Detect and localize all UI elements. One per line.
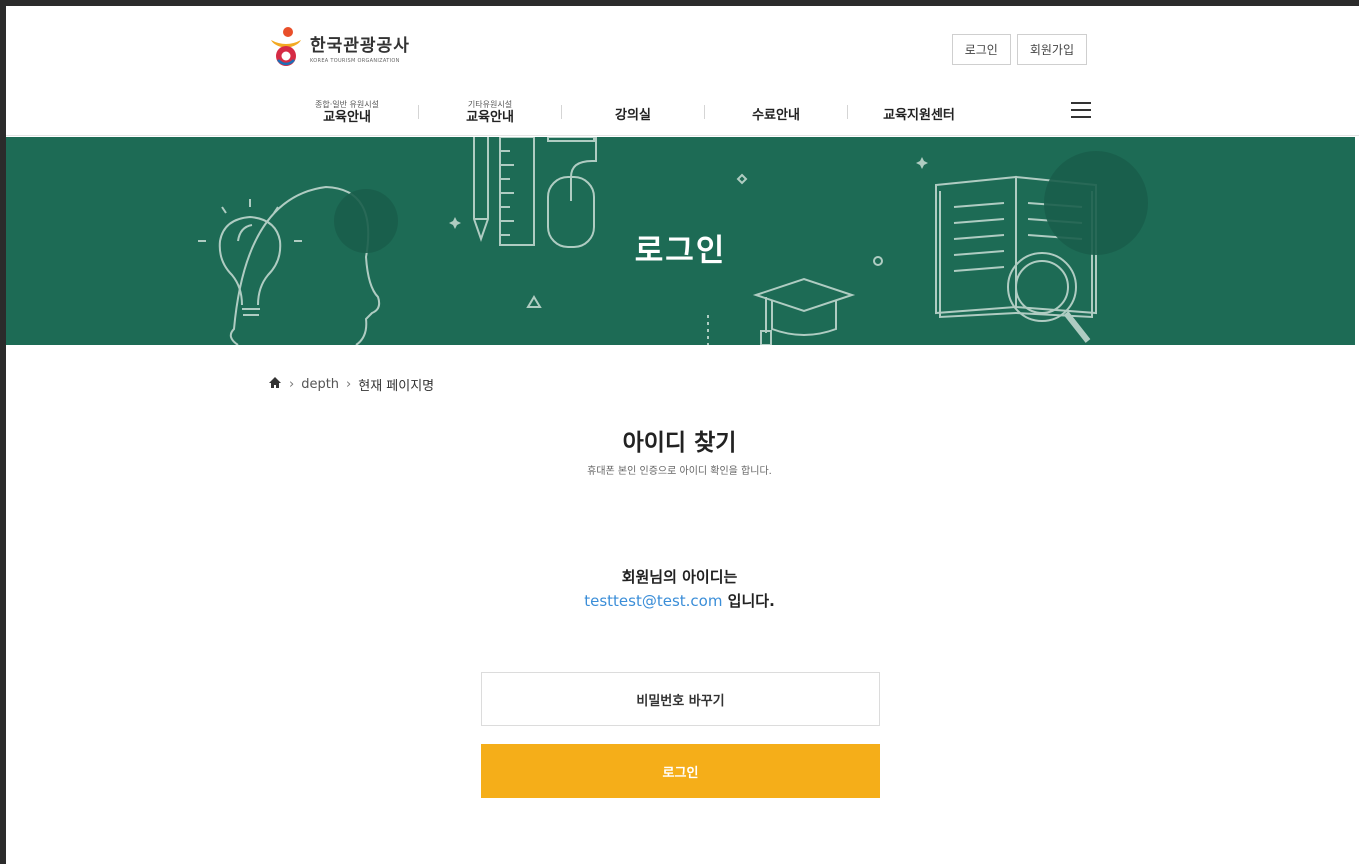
chevron-right-icon: › <box>346 377 352 392</box>
site-logo[interactable]: 한국관광공사 KOREA TOURISM ORGANIZATION <box>268 26 410 68</box>
site-header: 한국관광공사 KOREA TOURISM ORGANIZATION 로그인 회원… <box>6 6 1359 136</box>
nav-item-other-education[interactable]: 기타유원시설 교육안내 <box>419 100 561 125</box>
change-password-button[interactable]: 비밀번호 바꾸기 <box>481 672 880 726</box>
chevron-right-icon: › <box>289 377 295 392</box>
logo-korean-text: 한국관광공사 <box>310 35 410 56</box>
nav-item-label: 교육안내 <box>323 109 371 125</box>
logo-mark-icon <box>268 26 304 68</box>
breadcrumb-depth[interactable]: depth <box>301 377 339 392</box>
top-utility-buttons: 로그인 회원가입 <box>951 34 1087 65</box>
login-button[interactable]: 로그인 <box>481 744 880 798</box>
result-message: 회원님의 아이디는 <box>621 568 738 586</box>
found-user-id: testtest@test.com <box>584 592 723 610</box>
signup-link-button[interactable]: 회원가입 <box>1016 34 1087 65</box>
nav-item-classroom[interactable]: 강의실 <box>562 102 704 123</box>
home-icon[interactable] <box>268 376 282 393</box>
nav-item-sublabel: 기타유원시설 <box>467 99 513 109</box>
nav-item-label: 수료안내 <box>752 107 800 123</box>
result-suffix: 입니다. <box>722 592 775 610</box>
login-link-button[interactable]: 로그인 <box>951 34 1011 65</box>
breadcrumb: › depth › 현재 페이지명 <box>268 375 434 394</box>
page-banner: 로그인 <box>6 137 1355 345</box>
result-id-line: testtest@test.com 입니다. <box>0 589 1359 613</box>
nav-item-general-education[interactable]: 종합·일반 유원시설 교육안내 <box>276 100 418 125</box>
nav-item-label: 교육안내 <box>466 109 514 125</box>
nav-item-label: 강의실 <box>615 107 651 123</box>
breadcrumb-current: 현재 페이지명 <box>358 379 435 394</box>
nav-item-support-center[interactable]: 교육지원센터 <box>848 102 990 123</box>
main-navigation: 종합·일반 유원시설 교육안내 기타유원시설 교육안내 강의실 수료안내 교육지… <box>276 94 1091 130</box>
hamburger-icon[interactable] <box>1071 102 1091 118</box>
find-id-result: 회원님의 아이디는 testtest@test.com 입니다. <box>0 565 1359 613</box>
logo-english-text: KOREA TOURISM ORGANIZATION <box>310 57 400 64</box>
page-title: 아이디 찾기 <box>622 430 737 456</box>
nav-item-sublabel: 종합·일반 유원시설 <box>315 99 379 109</box>
page-description: 휴대폰 본인 인증으로 아이디 확인을 합니다. <box>587 466 772 477</box>
banner-title: 로그인 <box>634 233 727 269</box>
nav-item-label: 교육지원센터 <box>883 107 955 123</box>
nav-item-completion[interactable]: 수료안내 <box>705 102 847 123</box>
